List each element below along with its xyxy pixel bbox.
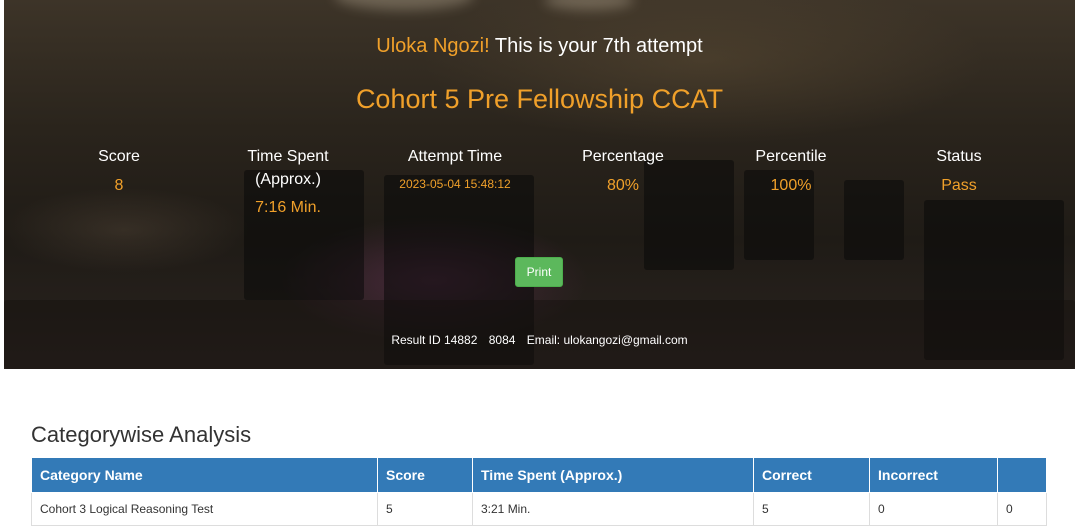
table-header-row: Category Name Score Time Spent (Approx.)… bbox=[31, 457, 1047, 493]
stat-value: 80% bbox=[606, 177, 640, 194]
stat-label: Time Spent (Approx.) bbox=[247, 148, 329, 188]
stat-label: Attempt Time bbox=[407, 148, 503, 165]
stat-label: Status bbox=[936, 148, 982, 165]
attempt-text: This is your 7th attempt bbox=[494, 35, 703, 57]
result-code: 8084 bbox=[488, 333, 516, 347]
table-cell: 5 bbox=[377, 492, 473, 526]
table-cell: 5 bbox=[753, 492, 870, 526]
stat-percentile: Percentile 100% bbox=[711, 145, 871, 195]
result-email: Email: ulokangozi@gmail.com bbox=[526, 333, 688, 347]
column-header: Correct bbox=[753, 457, 870, 493]
column-header: Incorrect bbox=[869, 457, 998, 493]
stat-value: 8 bbox=[114, 177, 124, 194]
user-name: Uloka Ngozi! bbox=[376, 35, 490, 57]
ceiling-light bbox=[544, 0, 634, 10]
result-banner: Uloka Ngozi! This is your 7th attempt Co… bbox=[4, 0, 1075, 369]
stat-attempt-time: Attempt Time 2023-05-04 15:48:12 bbox=[375, 145, 535, 191]
section-title: Categorywise Analysis bbox=[31, 422, 252, 447]
result-info: Result ID 14882 8084 Email: ulokangozi@g… bbox=[4, 333, 1075, 347]
column-header: Time Spent (Approx.) bbox=[472, 457, 754, 493]
greeting: Uloka Ngozi! This is your 7th attempt bbox=[4, 35, 1075, 58]
stat-score: Score 8 bbox=[39, 145, 199, 195]
stat-percentage: Percentage 80% bbox=[543, 145, 703, 195]
result-id: Result ID 14882 bbox=[391, 333, 478, 347]
stat-value: 2023-05-04 15:48:12 bbox=[399, 177, 511, 191]
stat-value: Pass bbox=[941, 177, 977, 194]
stat-label: Percentile bbox=[755, 148, 827, 165]
table-row: Cohort 3 Logical Reasoning Test 5 3:21 M… bbox=[31, 492, 1047, 526]
table-cell: 0 bbox=[997, 492, 1047, 526]
stat-status: Status Pass bbox=[879, 145, 1039, 195]
stat-label: Score bbox=[98, 148, 140, 165]
print-button[interactable]: Print bbox=[515, 257, 563, 287]
table-cell: 3:21 Min. bbox=[472, 492, 754, 526]
column-header: Category Name bbox=[31, 457, 378, 493]
stat-value: 100% bbox=[770, 177, 812, 194]
column-header: Score bbox=[377, 457, 473, 493]
table-cell: Cohort 3 Logical Reasoning Test bbox=[31, 492, 378, 526]
column-header bbox=[997, 457, 1047, 493]
stat-label: Percentage bbox=[582, 148, 664, 165]
stat-value: 7:16 Min. bbox=[255, 199, 321, 216]
table-cell: 0 bbox=[869, 492, 998, 526]
ceiling-light bbox=[334, 0, 474, 10]
test-title: Cohort 5 Pre Fellowship CCAT bbox=[355, 84, 724, 114]
stat-time-spent: Time Spent (Approx.) 7:16 Min. bbox=[208, 145, 368, 217]
category-analysis-table: Category Name Score Time Spent (Approx.)… bbox=[31, 457, 1047, 526]
